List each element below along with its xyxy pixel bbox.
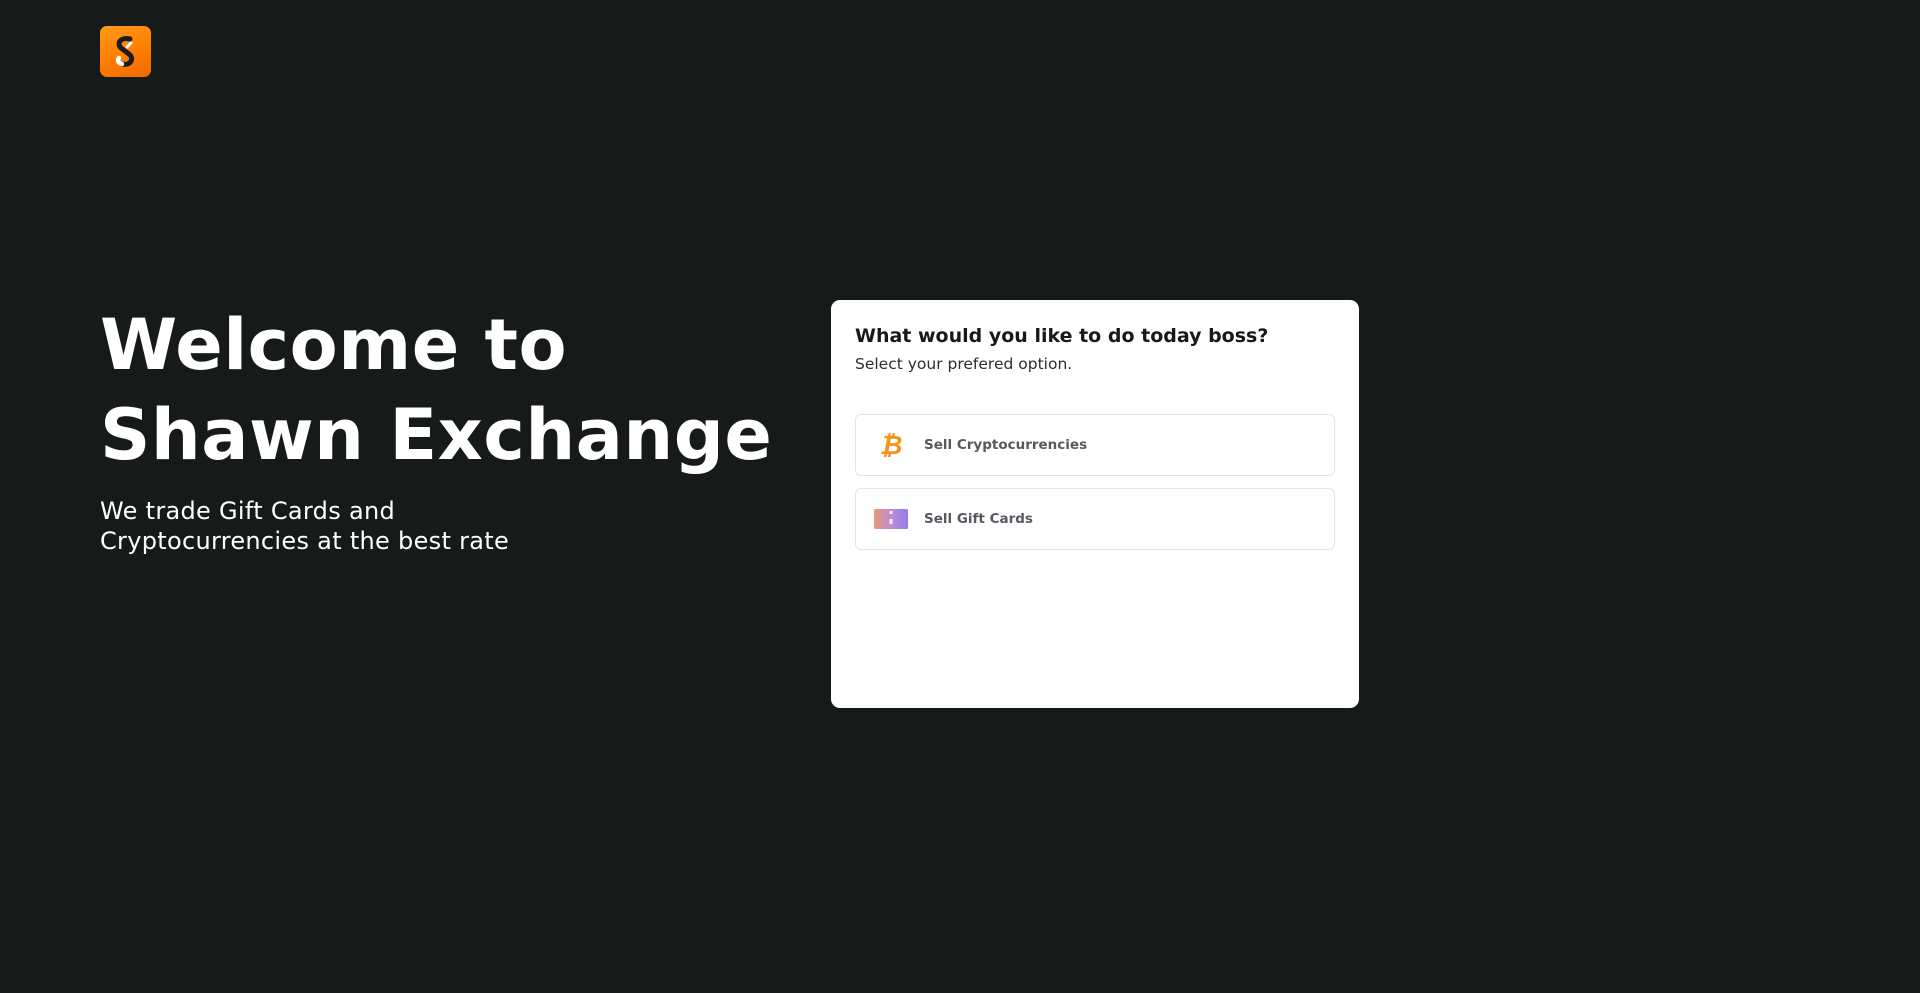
options-card: What would you like to do today boss? Se… [831,300,1359,708]
page: Welcome to Shawn Exchange We trade Gift … [0,0,1920,993]
bitcoin-icon: ₿ [874,430,908,460]
sell-cryptocurrencies-button[interactable]: ₿ Sell Cryptocurrencies [855,414,1335,476]
options-list: ₿ Sell Cryptocurrencies Sell Gift Cards [855,414,1335,550]
svg-text:₿: ₿ [880,431,903,459]
hero-title-line-1: Welcome to [100,304,568,386]
shawn-exchange-logo-icon [115,35,134,67]
card-subtitle: Select your prefered option. [855,355,1073,373]
sell-cryptocurrencies-label: Sell Cryptocurrencies [924,437,1088,453]
hero-subtitle: We trade Gift Cards and Cryptocurrencies… [100,497,510,555]
card-title: What would you like to do today boss? [855,325,1269,347]
gift-card-icon [874,504,908,534]
hero-title: Welcome to Shawn Exchange [100,300,800,480]
hero-title-line-2: Shawn Exchange [100,394,773,476]
hero-section: Welcome to Shawn Exchange We trade Gift … [100,300,800,556]
sell-gift-cards-button[interactable]: Sell Gift Cards [855,488,1335,550]
sell-gift-cards-label: Sell Gift Cards [924,511,1033,527]
logo-button[interactable] [100,26,151,77]
